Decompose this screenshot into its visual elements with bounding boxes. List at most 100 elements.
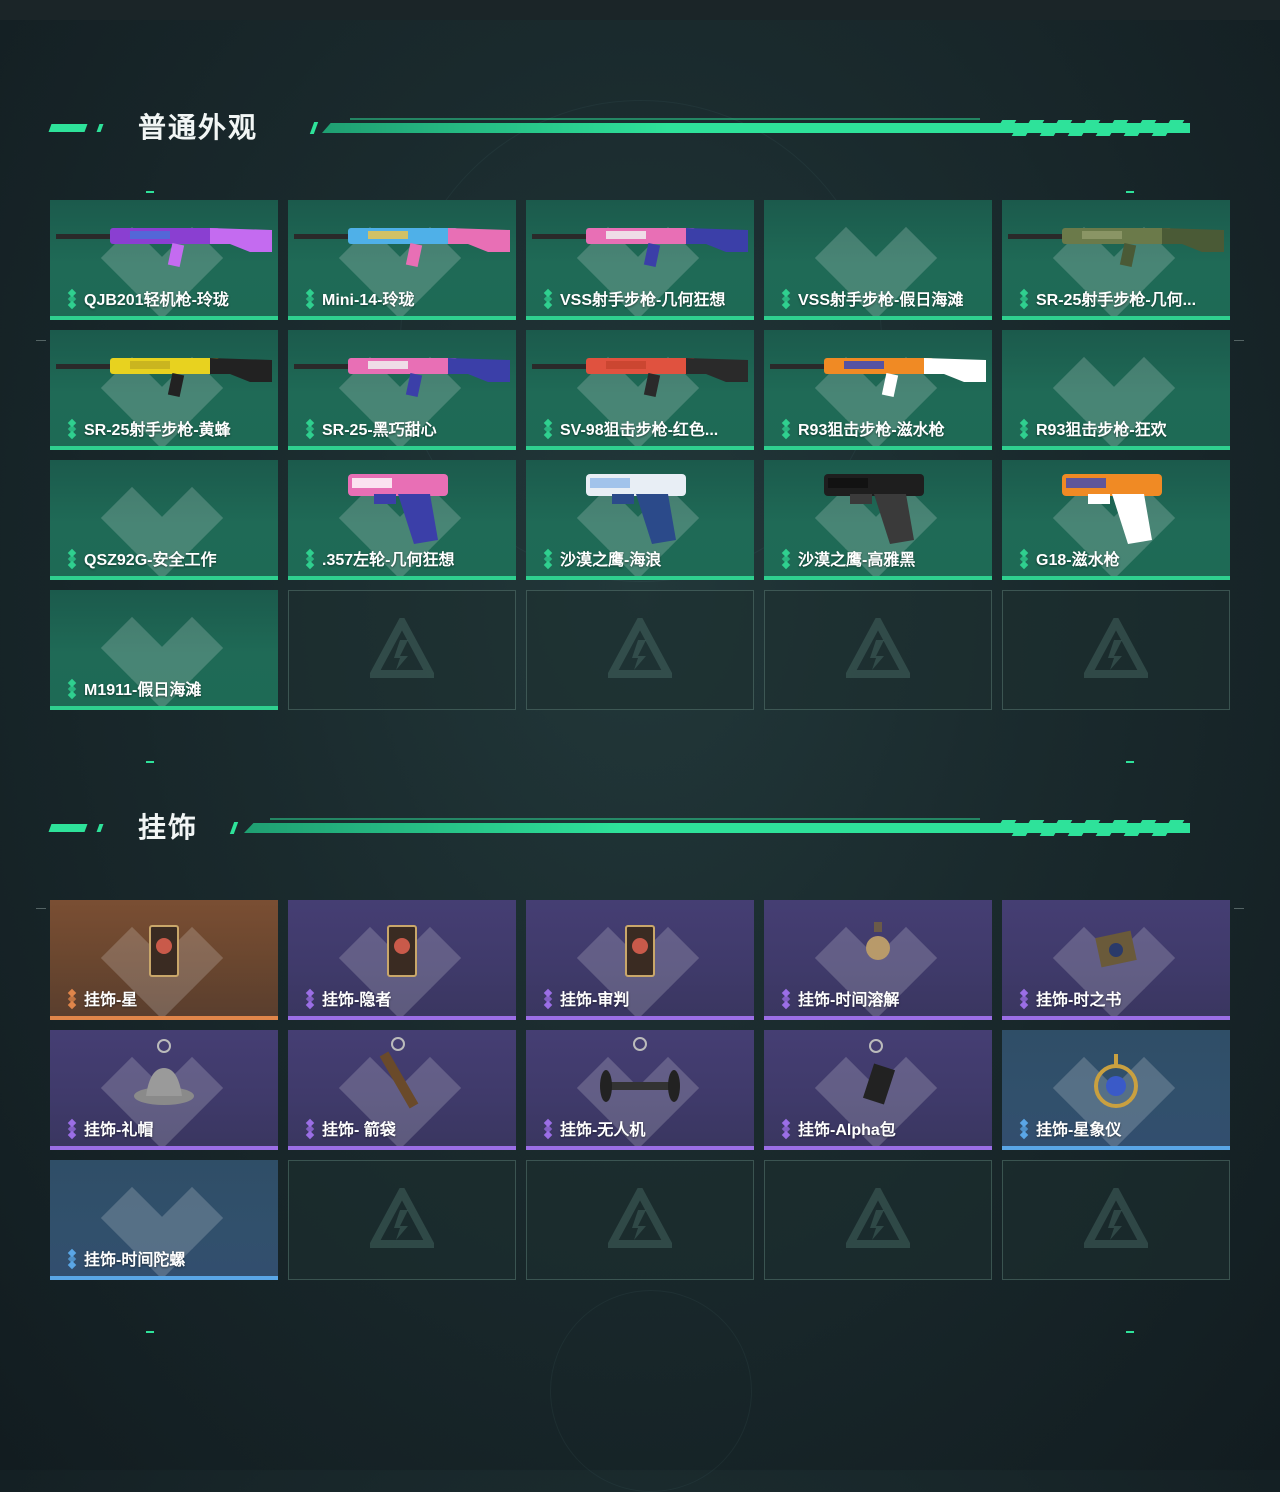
item-card[interactable]: SR-25-黑巧甜心 (288, 330, 516, 450)
logo-watermark-icon (370, 618, 434, 678)
rarity-icon (304, 1118, 316, 1140)
item-name: QSZ92G-安全工作 (84, 552, 217, 569)
item-name: 挂饰-时间溶解 (798, 992, 900, 1009)
item-card[interactable]: 沙漠之鹰-高雅黑 (764, 460, 992, 580)
item-name: 挂饰-礼帽 (84, 1122, 154, 1139)
section-header-charms: 挂饰 (48, 808, 1230, 848)
section-header-skins: 普通外观 (48, 108, 1230, 148)
item-name: 挂饰-时之书 (1036, 992, 1122, 1009)
logo-watermark-icon (846, 618, 910, 678)
rarity-icon (542, 988, 554, 1010)
item-name: R93狙击步枪-狂欢 (1036, 422, 1167, 439)
item-name: VSS射手步枪-几何狂想 (560, 292, 726, 309)
rarity-icon (542, 1118, 554, 1140)
corner-tick (146, 761, 154, 763)
logo-watermark-icon (608, 1188, 672, 1248)
item-card[interactable]: 挂饰-审判 (526, 900, 754, 1020)
rarity-icon (304, 548, 316, 570)
header-checker-pattern (990, 120, 1200, 136)
rarity-icon (780, 1118, 792, 1140)
header-thin-line (270, 818, 980, 820)
item-card[interactable]: 挂饰-隐者 (288, 900, 516, 1020)
item-card[interactable]: .357左轮-几何狂想 (288, 460, 516, 580)
item-name: .357左轮-几何狂想 (322, 552, 455, 569)
rarity-icon (1018, 988, 1030, 1010)
top-bar (0, 0, 1280, 20)
section-title: 普通外观 (138, 112, 259, 143)
item-card[interactable]: SR-25射手步枪-黄蜂 (50, 330, 278, 450)
rarity-icon (66, 678, 78, 700)
side-mark (1234, 340, 1244, 341)
rarity-icon (1018, 548, 1030, 570)
corner-tick (1126, 1331, 1134, 1333)
rarity-icon (1018, 1118, 1030, 1140)
header-slash (309, 122, 319, 134)
item-name: 挂饰-星 (84, 992, 138, 1009)
side-mark (36, 908, 46, 909)
background-ring (550, 1290, 752, 1492)
item-name: 沙漠之鹰-高雅黑 (798, 552, 916, 569)
item-name: 挂饰-Alpha包 (798, 1122, 896, 1139)
logo-watermark-icon (608, 618, 672, 678)
item-card[interactable]: QSZ92G-安全工作 (50, 460, 278, 580)
item-name: QJB201轻机枪-玲珑 (84, 292, 229, 309)
corner-tick (1126, 761, 1134, 763)
header-checker-pattern (990, 820, 1200, 836)
item-name: 挂饰- 箭袋 (322, 1122, 396, 1139)
item-card[interactable]: QJB201轻机枪-玲珑 (50, 200, 278, 320)
item-card[interactable]: 沙漠之鹰-海浪 (526, 460, 754, 580)
item-card[interactable]: 挂饰-礼帽 (50, 1030, 278, 1150)
rarity-icon (1018, 288, 1030, 310)
item-card[interactable]: 挂饰-星 (50, 900, 278, 1020)
rarity-icon (304, 418, 316, 440)
item-card[interactable]: G18-滋水枪 (1002, 460, 1230, 580)
item-name: 挂饰-隐者 (322, 992, 392, 1009)
item-card[interactable]: 挂饰-时之书 (1002, 900, 1230, 1020)
header-thin-line (350, 118, 980, 120)
empty-slot (1002, 590, 1230, 710)
item-card[interactable]: 挂饰-无人机 (526, 1030, 754, 1150)
item-card[interactable]: SV-98狙击步枪-红色... (526, 330, 754, 450)
header-slash (229, 822, 239, 834)
item-card[interactable]: VSS射手步枪-几何狂想 (526, 200, 754, 320)
section-title: 挂饰 (138, 812, 199, 843)
charms-grid: 挂饰-星 挂饰-隐者 挂饰-审判 挂饰-时间溶解 挂饰-时之书 挂饰-礼帽 挂饰… (50, 900, 1230, 1280)
rarity-icon (66, 288, 78, 310)
rarity-icon (66, 548, 78, 570)
item-card[interactable]: M1911-假日海滩 (50, 590, 278, 710)
item-card[interactable]: 挂饰-时间溶解 (764, 900, 992, 1020)
rarity-icon (542, 288, 554, 310)
empty-slot (764, 1160, 992, 1280)
item-card[interactable]: 挂饰- 箭袋 (288, 1030, 516, 1150)
logo-watermark-icon (370, 1188, 434, 1248)
item-card[interactable]: Mini-14-玲珑 (288, 200, 516, 320)
item-card[interactable]: SR-25射手步枪-几何... (1002, 200, 1230, 320)
logo-watermark-icon (846, 1188, 910, 1248)
item-card[interactable]: VSS射手步枪-假日海滩 (764, 200, 992, 320)
skins-grid: QJB201轻机枪-玲珑 Mini-14-玲珑 VSS射手步枪-几何狂想 VSS… (50, 200, 1230, 710)
item-card[interactable]: 挂饰-时间陀螺 (50, 1160, 278, 1280)
header-dash (96, 124, 104, 132)
item-name: 挂饰-审判 (560, 992, 630, 1009)
item-card[interactable]: R93狙击步枪-滋水枪 (764, 330, 992, 450)
header-dash (96, 824, 104, 832)
empty-slot (288, 1160, 516, 1280)
header-dash (48, 124, 88, 132)
rarity-icon (66, 1118, 78, 1140)
item-name: 挂饰-星象仪 (1036, 1122, 1122, 1139)
item-card[interactable]: 挂饰-Alpha包 (764, 1030, 992, 1150)
item-card[interactable]: R93狙击步枪-狂欢 (1002, 330, 1230, 450)
rarity-icon (304, 288, 316, 310)
item-name: G18-滋水枪 (1036, 552, 1120, 569)
item-name: Mini-14-玲珑 (322, 292, 415, 309)
side-mark (36, 340, 46, 341)
side-mark (1234, 908, 1244, 909)
item-card[interactable]: 挂饰-星象仪 (1002, 1030, 1230, 1150)
rarity-icon (304, 988, 316, 1010)
item-name: VSS射手步枪-假日海滩 (798, 292, 964, 309)
empty-slot (526, 590, 754, 710)
item-name: M1911-假日海滩 (84, 682, 202, 699)
item-name: 沙漠之鹰-海浪 (560, 552, 662, 569)
empty-slot (1002, 1160, 1230, 1280)
logo-watermark-icon (1084, 618, 1148, 678)
